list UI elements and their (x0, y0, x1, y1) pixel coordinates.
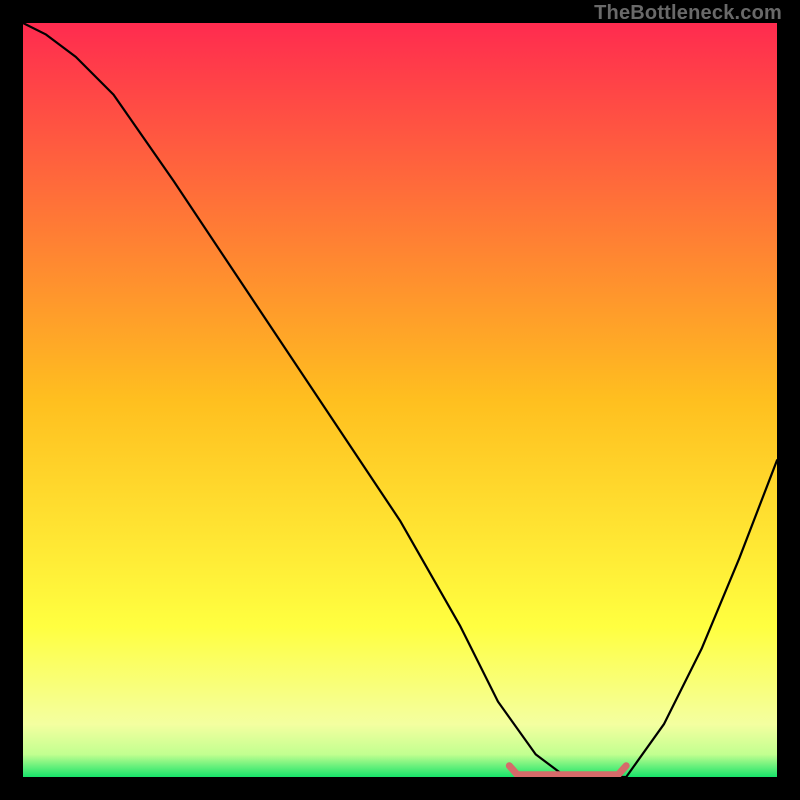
watermark-text: TheBottleneck.com (594, 2, 782, 25)
plot-area (23, 23, 777, 777)
chart-frame: TheBottleneck.com (0, 0, 800, 800)
trough-highlight (509, 766, 626, 775)
curve-layer (23, 23, 777, 777)
bottleneck-curve (23, 23, 777, 777)
